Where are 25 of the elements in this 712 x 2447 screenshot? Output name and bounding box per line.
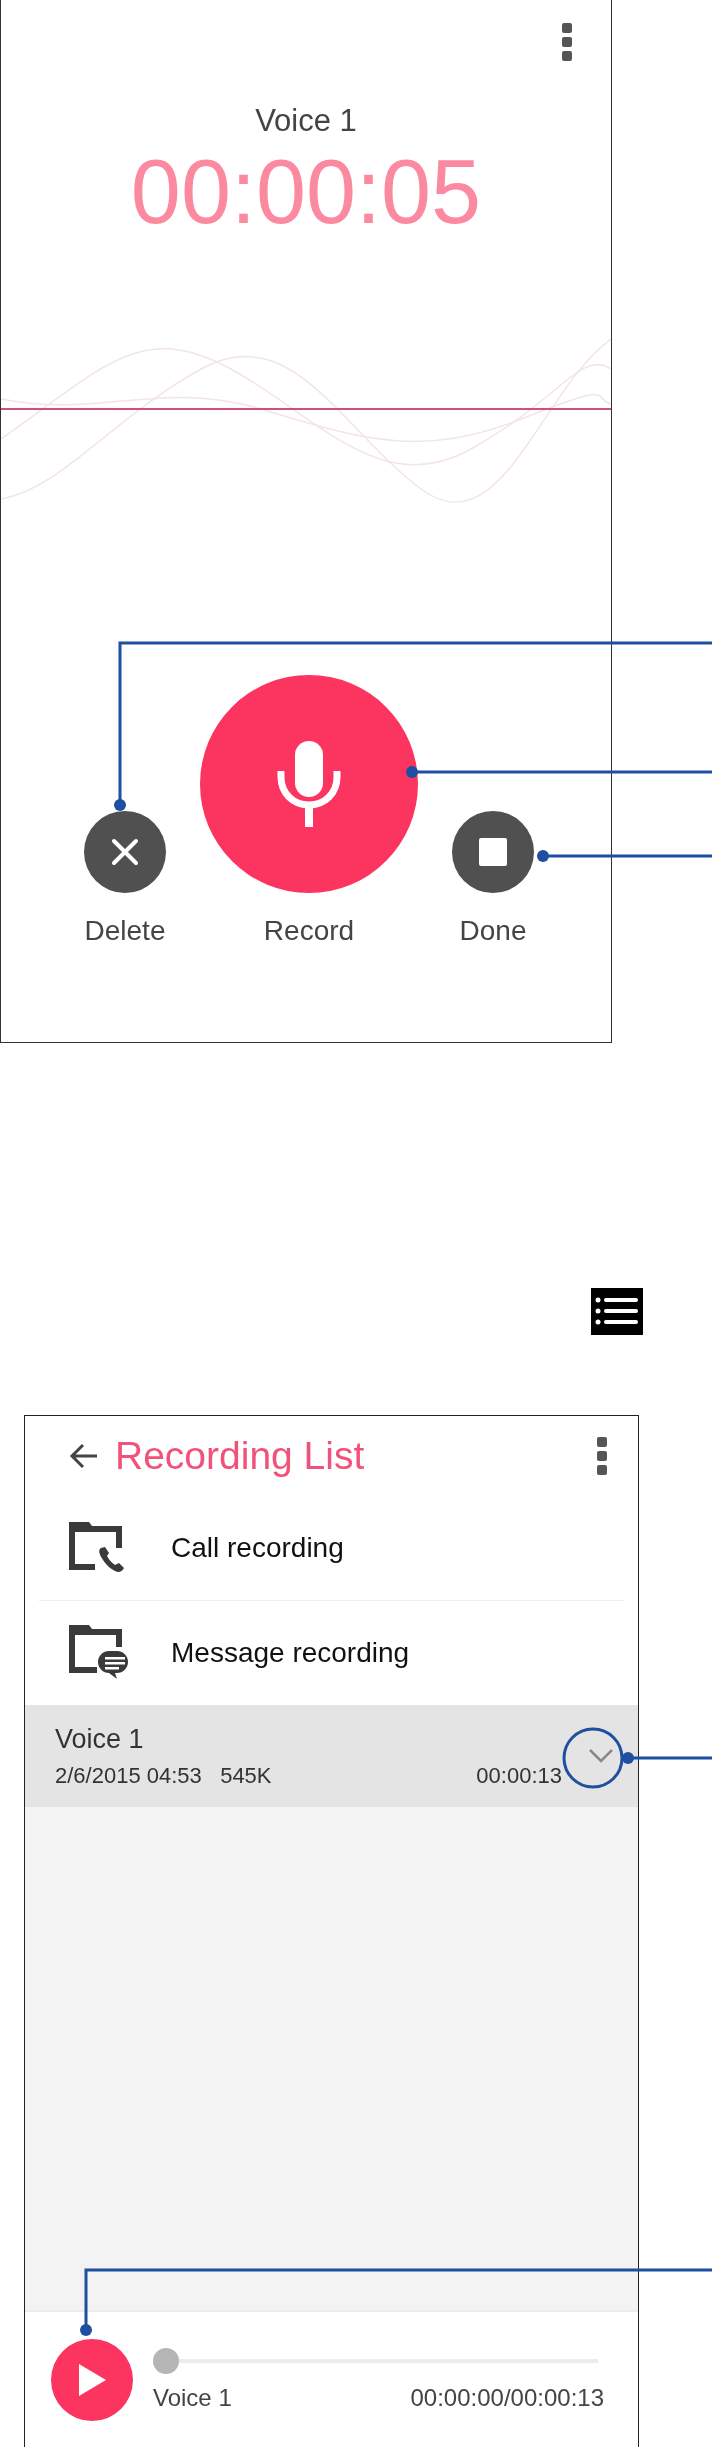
close-icon xyxy=(110,837,140,867)
back-arrow-icon[interactable] xyxy=(69,1442,99,1470)
recording-duration: 00:00:13 xyxy=(476,1762,562,1789)
more-menu-icon[interactable] xyxy=(596,1436,608,1476)
recording-title: Voice 1 xyxy=(255,102,357,140)
elapsed-timer: 00:00:05 xyxy=(130,141,482,244)
folder-label: Call recording xyxy=(171,1532,344,1564)
player-track-name: Voice 1 xyxy=(153,2383,232,2412)
stop-icon xyxy=(479,838,507,866)
recording-item[interactable]: Voice 1 2/6/2015 04:53 545K 00:00:13 xyxy=(25,1705,638,1807)
playback-time: 00:00:00/00:00:13 xyxy=(410,2383,604,2412)
screen-title: Recording List xyxy=(115,1434,366,1478)
recording-details: 2/6/2015 04:53 545K xyxy=(55,1762,272,1789)
list-icon xyxy=(591,1288,643,1335)
more-menu-icon[interactable] xyxy=(561,22,573,62)
microphone-icon xyxy=(277,741,341,827)
control-label: Done xyxy=(459,915,527,947)
recording-name: Voice 1 xyxy=(55,1723,145,1755)
chevron-down-icon[interactable] xyxy=(588,1748,614,1764)
play-icon xyxy=(77,2362,107,2397)
control-label: Delete xyxy=(84,915,166,947)
folder-label: Message recording xyxy=(171,1637,410,1669)
seek-thumb[interactable] xyxy=(153,2347,179,2374)
control-label: Record xyxy=(263,915,355,947)
folder-item[interactable]: Call recording xyxy=(39,1496,624,1600)
